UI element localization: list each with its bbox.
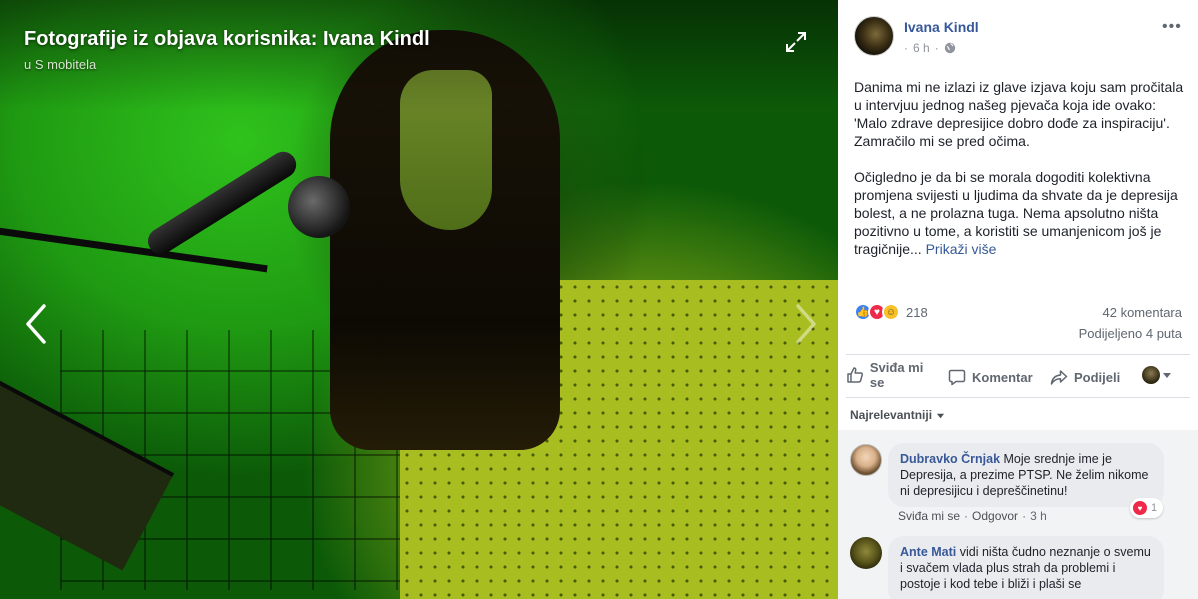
viewer-title: Fotografije iz objava korisnika: Ivana K…	[24, 28, 430, 50]
comment-like-link[interactable]: Sviđa mi se	[898, 509, 960, 523]
expand-icon[interactable]	[784, 30, 808, 54]
comment-button[interactable]: Komentar	[948, 368, 1033, 386]
like-button-label: Sviđa mi se	[869, 360, 924, 390]
post-time[interactable]: 6 h	[913, 41, 930, 55]
share-icon	[1050, 370, 1068, 385]
comments-count[interactable]: 42 komentara	[1103, 305, 1183, 320]
author-avatar[interactable]	[854, 16, 894, 56]
commenter-name[interactable]: Ante Mati	[900, 545, 956, 559]
reactions-count[interactable]: 218	[906, 305, 928, 320]
comment-actions-separator: ·	[1022, 509, 1027, 523]
audience-avatar	[1142, 366, 1160, 384]
reactions-summary[interactable]: 👍 ♥ ☺ 218	[854, 303, 928, 321]
share-button-label: Podijeli	[1074, 369, 1121, 385]
post-panel: Ivana Kindl · 6 h · ••• Danima mi ne izl…	[838, 0, 1198, 599]
post-paragraph-2: Očigledno je da bi se morala dogoditi ko…	[854, 168, 1186, 258]
comment-bubble: Dubravko Črnjak Moje srednje ime je Depr…	[888, 443, 1164, 507]
comment-sort-label: Najrelevantniji	[850, 408, 933, 422]
action-bar: Sviđa mi se Komentar Podijeli	[846, 354, 1190, 398]
post-paragraph-2-text: Očigledno je da bi se morala dogoditi ko…	[854, 169, 1178, 257]
photo-mic-body	[143, 146, 302, 260]
more-options-icon[interactable]: •••	[1162, 18, 1184, 35]
caret-down-icon	[1163, 373, 1171, 378]
globe-icon[interactable]	[944, 42, 956, 54]
like-button[interactable]: Sviđa mi se	[846, 360, 941, 390]
photo-top-shade	[0, 0, 838, 110]
care-reaction-icon: ☺	[882, 303, 900, 321]
comment-time[interactable]: 3 h	[1030, 509, 1047, 523]
post-separator: ·	[904, 41, 908, 55]
post-meta: · 6 h ·	[904, 41, 956, 55]
photo-viewer: Fotografije iz objava korisnika: Ivana K…	[0, 0, 838, 599]
post-text: Danima mi ne izlazi iz glave izjava koju…	[854, 78, 1186, 276]
post-paragraph-1: Danima mi ne izlazi iz glave izjava koju…	[854, 79, 1184, 149]
comment-reply-link[interactable]: Odgovor	[972, 509, 1018, 523]
comment-actions: Sviđa mi se · Odgovor · 3 h	[898, 509, 1047, 523]
see-more-link[interactable]: Prikaži više	[926, 241, 997, 257]
shares-count[interactable]: Podijeljeno 4 puta	[1079, 326, 1182, 341]
chevron-right-icon[interactable]	[790, 300, 822, 348]
share-button[interactable]: Podijeli	[1050, 368, 1120, 386]
post-separator-2: ·	[934, 41, 939, 55]
comment-bubble: Ante Mati vidi ništa čudno neznanje o sv…	[888, 536, 1164, 599]
commenter-name[interactable]: Dubravko Črnjak	[900, 452, 1000, 466]
photo-mic-stand	[0, 225, 268, 273]
comment-button-label: Komentar	[972, 369, 1033, 385]
chevron-left-icon[interactable]	[20, 300, 52, 348]
commenter-avatar[interactable]	[850, 537, 882, 569]
comment-icon	[948, 369, 966, 386]
author-name[interactable]: Ivana Kindl	[904, 19, 979, 35]
viewer-subtitle[interactable]: u S mobitela	[24, 57, 96, 72]
love-reaction-icon: ♥	[1133, 501, 1147, 515]
thumbs-up-icon	[847, 367, 864, 383]
audience-selector[interactable]	[1142, 366, 1172, 384]
comment-sort-dropdown[interactable]: Najrelevantniji	[850, 408, 945, 422]
caret-down-icon	[936, 413, 945, 418]
comment-reaction-badge[interactable]: ♥ 1	[1130, 498, 1164, 518]
comment-reaction-count: 1	[1151, 502, 1158, 514]
comment-actions-separator: ·	[964, 509, 969, 523]
photo-mic-head	[288, 176, 350, 238]
commenter-avatar[interactable]	[850, 444, 882, 476]
